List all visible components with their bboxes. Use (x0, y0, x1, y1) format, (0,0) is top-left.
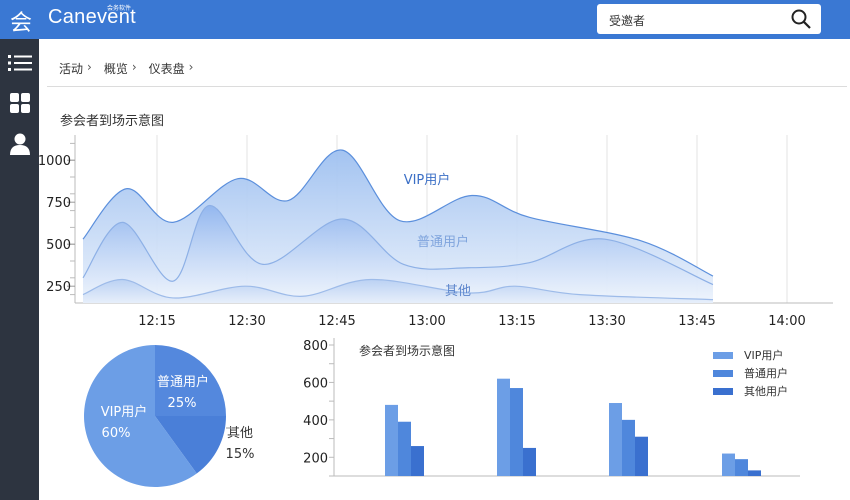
app-logo-subtitle: 会务软件 (107, 5, 132, 12)
chevron-right-icon: › (188, 60, 194, 74)
search-icon[interactable] (791, 9, 811, 29)
breadcrumb: 活动 › 概览 › 仪表盘 › (59, 60, 199, 77)
divider (47, 86, 847, 87)
list-icon (7, 55, 32, 71)
search-input[interactable]: 受邀者 (609, 12, 645, 29)
main-content: 活动 › 概览 › 仪表盘 › 参会者到场示意图 (39, 39, 850, 500)
top-bar: 会 Canevent 会务软件 受邀者 (0, 0, 850, 39)
sidebar (0, 39, 39, 500)
user-icon (9, 133, 30, 155)
chevron-right-icon: › (131, 60, 137, 74)
breadcrumb-item-dashboard[interactable]: 仪表盘 (149, 60, 185, 77)
sidebar-item-list[interactable] (0, 45, 39, 81)
search-box[interactable]: 受邀者 (597, 4, 821, 34)
grid-icon (9, 93, 30, 113)
chevron-right-icon: › (87, 60, 92, 74)
breadcrumb-item-activity[interactable]: 活动 (59, 60, 83, 77)
logo-icon: 会 (10, 11, 33, 36)
page-title: 参会者到场示意图 (60, 114, 165, 129)
breadcrumb-item-overview[interactable]: 概览 (104, 60, 128, 77)
sidebar-item-grid[interactable] (0, 85, 39, 121)
sidebar-item-user[interactable] (0, 126, 39, 162)
